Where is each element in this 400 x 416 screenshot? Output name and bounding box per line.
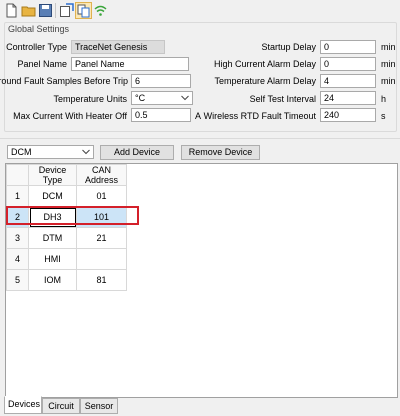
wireless-rtd-label: Wireless RTD Fault Timeout bbox=[203, 111, 316, 121]
column-header-device-type[interactable]: Device Type bbox=[28, 164, 77, 186]
startup-delay-label: Startup Delay bbox=[261, 42, 316, 52]
row-header-corner bbox=[6, 164, 29, 186]
device-type-select[interactable]: DCM bbox=[7, 145, 94, 159]
wireless-rtd-unit: s bbox=[381, 111, 386, 121]
can-address-cell[interactable]: 81 bbox=[76, 269, 127, 291]
ground-fault-label: Ground Fault Samples Before Trip bbox=[0, 76, 128, 86]
table-row[interactable]: 1 DCM 01 bbox=[6, 185, 127, 207]
tab-devices[interactable]: Devices bbox=[4, 396, 42, 414]
controller-type-label: Controller Type bbox=[6, 42, 67, 52]
self-test-label: Self Test Interval bbox=[249, 94, 316, 104]
max-current-unit: A bbox=[195, 111, 202, 121]
high-current-alarm-field[interactable]: 0 bbox=[320, 57, 376, 71]
row-number[interactable]: 5 bbox=[6, 269, 29, 291]
table-header-row: Device Type CAN Address bbox=[6, 164, 127, 186]
can-address-cell[interactable]: 01 bbox=[76, 185, 127, 207]
new-file-icon[interactable] bbox=[4, 3, 19, 18]
save-icon[interactable] bbox=[38, 3, 53, 18]
startup-delay-unit: min bbox=[381, 42, 396, 52]
table-row[interactable]: 3 DTM 21 bbox=[6, 227, 127, 249]
max-current-label: Max Current With Heater Off bbox=[13, 111, 127, 121]
row-number[interactable]: 1 bbox=[6, 185, 29, 207]
device-type-cell[interactable]: DTM bbox=[28, 227, 77, 249]
panel-name-label: Panel Name bbox=[17, 59, 67, 69]
tab-circuit[interactable]: Circuit bbox=[42, 398, 80, 414]
controller-type-field: TraceNet Genesis bbox=[71, 40, 165, 54]
row-number[interactable]: 4 bbox=[6, 248, 29, 270]
device-type-cell[interactable]: IOM bbox=[28, 269, 77, 291]
temperature-alarm-unit: min bbox=[381, 76, 396, 86]
table-row[interactable]: 5 IOM 81 bbox=[6, 269, 127, 291]
table-row[interactable]: 4 HMI bbox=[6, 248, 127, 270]
temperature-alarm-field[interactable]: 4 bbox=[320, 74, 376, 88]
wifi-icon[interactable] bbox=[93, 3, 108, 18]
toolbar-separator bbox=[55, 3, 56, 18]
chevron-down-icon bbox=[181, 95, 189, 101]
device-type-cell[interactable]: HMI bbox=[28, 248, 77, 270]
transfer-icon[interactable] bbox=[75, 2, 92, 19]
row-highlight-annotation bbox=[6, 206, 139, 225]
remove-device-button[interactable]: Remove Device bbox=[181, 145, 260, 160]
wireless-rtd-field[interactable]: 240 bbox=[320, 108, 376, 122]
self-test-unit: h bbox=[381, 94, 387, 104]
device-grid: Device Type CAN Address 1 DCM 01 2 DH3 1… bbox=[5, 163, 398, 398]
can-address-cell[interactable] bbox=[76, 248, 127, 270]
panel-name-field[interactable]: Panel Name bbox=[71, 57, 189, 71]
global-settings-title: Global Settings bbox=[8, 24, 70, 34]
temperature-alarm-label: Temperature Alarm Delay bbox=[214, 76, 316, 86]
max-current-field[interactable]: 0.5 bbox=[131, 108, 191, 122]
temperature-units-value: °C bbox=[135, 93, 146, 103]
self-test-field[interactable]: 24 bbox=[320, 91, 376, 105]
can-address-cell[interactable]: 21 bbox=[76, 227, 127, 249]
open-folder-icon[interactable] bbox=[21, 3, 36, 18]
device-table: Device Type CAN Address 1 DCM 01 2 DH3 1… bbox=[6, 164, 127, 291]
high-current-alarm-unit: min bbox=[381, 59, 396, 69]
chevron-down-icon bbox=[82, 149, 90, 155]
add-device-button[interactable]: Add Device bbox=[100, 145, 174, 160]
high-current-alarm-label: High Current Alarm Delay bbox=[213, 59, 316, 69]
row-number[interactable]: 3 bbox=[6, 227, 29, 249]
toolbar bbox=[0, 0, 400, 22]
device-type-value: DCM bbox=[11, 147, 32, 157]
divider bbox=[0, 138, 400, 139]
column-header-can-address[interactable]: CAN Address bbox=[76, 164, 127, 186]
tab-sensor[interactable]: Sensor bbox=[80, 398, 118, 414]
temperature-units-label: Temperature Units bbox=[53, 94, 127, 104]
export-icon[interactable] bbox=[59, 3, 74, 18]
device-type-cell[interactable]: DCM bbox=[28, 185, 77, 207]
startup-delay-field[interactable]: 0 bbox=[320, 40, 376, 54]
ground-fault-field[interactable]: 6 bbox=[131, 74, 191, 88]
temperature-units-select[interactable]: °C bbox=[131, 91, 193, 105]
